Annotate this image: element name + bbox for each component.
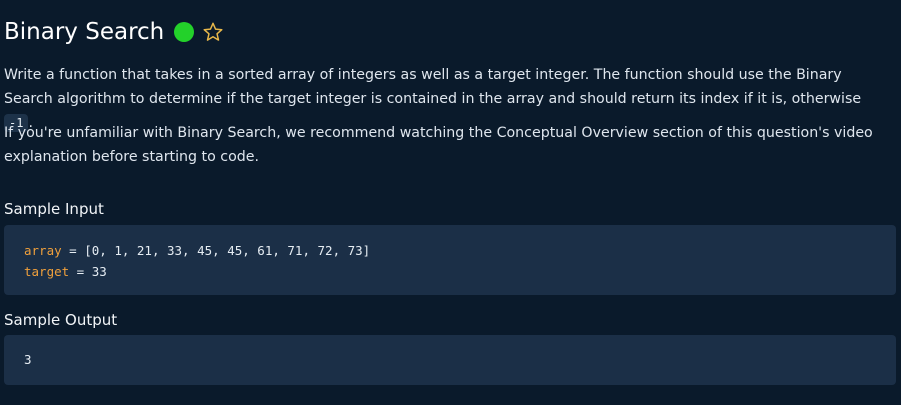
array-value: [0, 1, 21, 33, 45, 45, 61, 71, 72, 73] (84, 243, 371, 258)
output-value: 3 (24, 352, 32, 367)
code-line-array: array = [0, 1, 21, 33, 45, 45, 61, 71, 7… (24, 240, 896, 261)
variable-target: target (24, 264, 70, 279)
description-text: Write a function that takes in a sorted … (4, 67, 862, 107)
sample-input-code-block: array = [0, 1, 21, 33, 45, 45, 61, 71, 7… (4, 225, 896, 295)
star-outline-icon[interactable] (202, 21, 224, 43)
problem-note: If you're unfamiliar with Binary Search,… (4, 125, 873, 165)
assign-operator: = (69, 264, 92, 279)
star-svg (203, 22, 223, 41)
code-line-target: target = 33 (24, 261, 896, 282)
target-value: 33 (91, 264, 107, 279)
variable-array: array (24, 243, 62, 258)
sample-input-heading: Sample Input (4, 200, 104, 218)
title-row: Binary Search (4, 16, 224, 48)
problem-title: Binary Search (4, 19, 165, 45)
sample-output-heading: Sample Output (4, 311, 118, 329)
assign-operator: = (61, 243, 85, 258)
sample-output-code-block: 3 (4, 335, 896, 385)
difficulty-indicator-icon (174, 22, 195, 42)
